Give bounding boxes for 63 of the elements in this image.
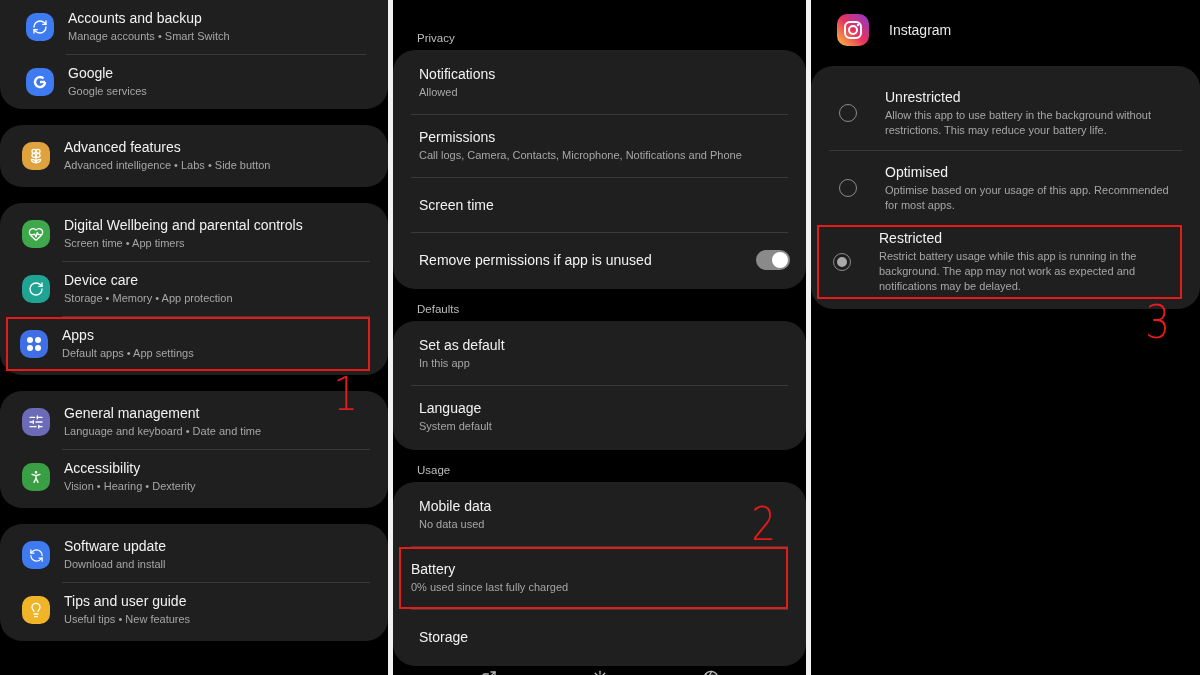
- row-title: General management: [64, 405, 201, 422]
- row-title: Digital Wellbeing and parental controls: [64, 217, 304, 234]
- row-subtitle: Google services: [68, 84, 148, 99]
- app-name: Instagram: [889, 22, 952, 38]
- row-title: Accessibility: [64, 460, 142, 477]
- step-number: 3: [1144, 299, 1170, 345]
- option-description: Allow this app to use battery in the background without restrictions. This may reduce your battery life.: [885, 107, 1152, 138]
- section-label: Privacy: [416, 32, 456, 44]
- row-title: Remove permissions if app is unused: [419, 252, 653, 268]
- row-title: Tips and user guide: [64, 593, 188, 610]
- heart-icon: [28, 226, 44, 242]
- row-subtitle: Allowed: [419, 85, 459, 100]
- step-number: 2: [750, 501, 776, 547]
- row-subtitle: Language and keyboard • Date and time: [64, 424, 263, 439]
- lightbulb-icon: [28, 602, 44, 618]
- row-subtitle: Download and install: [64, 557, 167, 572]
- settings-row[interactable]: Battery 0% used since last fully charged: [399, 547, 788, 609]
- row-subtitle: Useful tips • New features: [64, 612, 192, 627]
- person-icon: [28, 469, 44, 485]
- section-label: Defaults: [416, 303, 461, 315]
- row-subtitle: No data used: [419, 517, 486, 532]
- option-title: Unrestricted: [885, 88, 962, 105]
- row-title: Apps: [62, 327, 95, 344]
- row-title: Language: [419, 400, 483, 417]
- row-title: Software update: [64, 538, 167, 555]
- row-title: Accounts and backup: [68, 10, 203, 27]
- google-icon: [32, 74, 48, 90]
- row-title: Google: [68, 65, 115, 82]
- row-subtitle: 0% used since last fully charged: [411, 580, 570, 595]
- row-title: Storage: [419, 629, 470, 645]
- step-number: 1: [332, 371, 358, 417]
- option-title: Restricted: [879, 230, 944, 247]
- row-title: Advanced features: [64, 139, 182, 156]
- option-description: Restrict battery usage while this app is running in the background. The app may not work as expected and notifications may be delayed.: [879, 249, 1138, 294]
- section-label: Usage: [416, 464, 452, 476]
- row-subtitle: Default apps • App settings: [62, 346, 195, 361]
- row-title: Mobile data: [419, 498, 493, 515]
- settings-row[interactable]: Apps Default apps • App settings: [6, 317, 370, 371]
- update-icon: [28, 547, 44, 563]
- row-subtitle: System default: [419, 419, 493, 434]
- row-title: Battery: [411, 561, 457, 578]
- option-row[interactable]: Restricted Restrict battery usage while this app is running in the background. The app may not work as expected and notifications may be delayed.: [817, 225, 1182, 299]
- row-subtitle: Screen time • App timers: [64, 236, 186, 251]
- sliders-icon: [28, 414, 44, 430]
- row-subtitle: Storage • Memory • App protection: [64, 291, 234, 306]
- row-title: Screen time: [419, 197, 495, 213]
- flower-icon: [28, 148, 44, 164]
- option-title: Optimised: [885, 163, 950, 180]
- camera-app-icon: [837, 14, 869, 46]
- sync-icon: [32, 19, 48, 35]
- row-subtitle: Advanced intelligence • Labs • Side button: [64, 158, 272, 173]
- option-description: Optimise based on your usage of this app. Recommended for most apps.: [885, 182, 1170, 213]
- row-subtitle: Manage accounts • Smart Switch: [68, 29, 231, 44]
- row-subtitle: Call logs, Camera, Contacts, Microphone, Notifications and Phone: [419, 148, 743, 163]
- row-subtitle: In this app: [419, 356, 471, 371]
- row-title: Device care: [64, 272, 139, 289]
- row-title: Permissions: [419, 129, 497, 146]
- toggle-switch[interactable]: [756, 250, 790, 270]
- row-subtitle: Vision • Hearing • Dexterity: [64, 479, 197, 494]
- refresh-icon: [28, 281, 44, 297]
- row-title: Set as default: [419, 337, 506, 354]
- row-title: Notifications: [419, 66, 497, 83]
- four-dots-icon: [26, 336, 42, 352]
